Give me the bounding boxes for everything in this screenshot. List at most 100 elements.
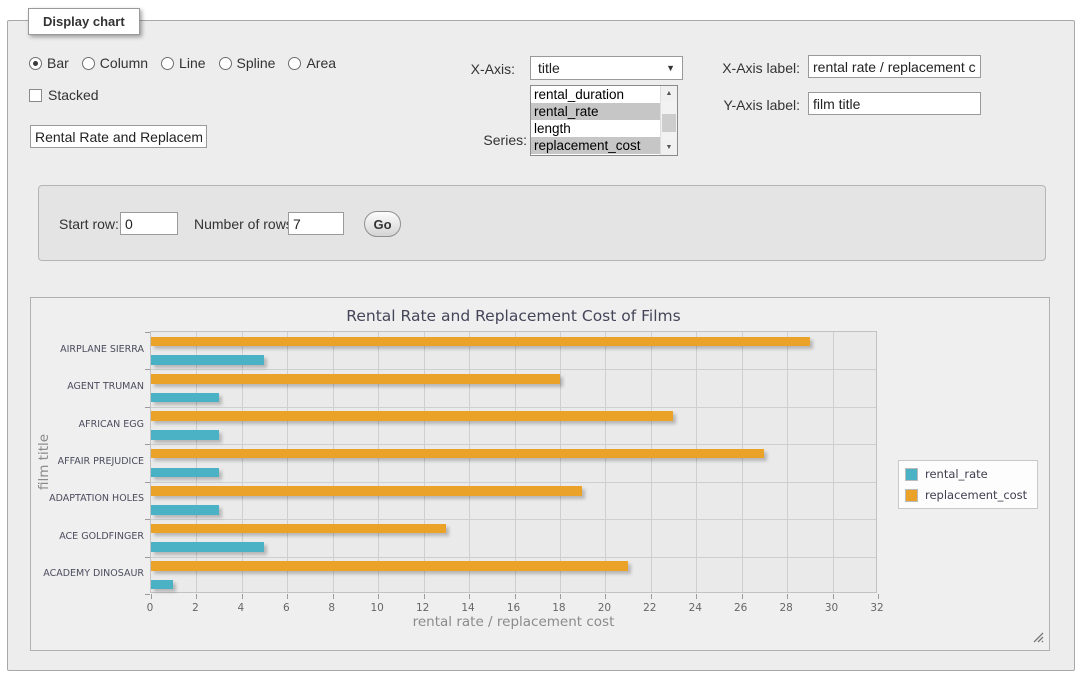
scrollbar[interactable]: ▲ ▼ — [660, 86, 677, 155]
go-button[interactable]: Go — [364, 211, 401, 237]
x-tick-label: 22 — [630, 602, 670, 614]
x-tick-label: 2 — [175, 602, 215, 614]
bar-rental_rate — [151, 430, 219, 440]
radio-icon[interactable] — [288, 57, 301, 70]
radio-icon[interactable] — [161, 57, 174, 70]
x-axis-tick — [515, 594, 516, 599]
stacked-label: Stacked — [48, 87, 99, 103]
y-axis-tick — [145, 519, 150, 520]
series-multiselect[interactable]: rental_durationrental_ratelengthreplacem… — [530, 85, 678, 156]
gridline-horizontal — [151, 407, 876, 408]
radio-icon[interactable] — [29, 57, 42, 70]
x-axis-tick — [833, 594, 834, 599]
gridline-vertical — [560, 332, 561, 592]
bar-replacement_cost — [151, 449, 764, 459]
x-tick-label: 12 — [403, 602, 443, 614]
chart-type-option-area[interactable]: Area — [288, 55, 336, 71]
gridline-vertical — [378, 332, 379, 592]
legend-label: rental_rate — [925, 467, 988, 481]
start-row-input[interactable] — [120, 212, 178, 235]
chart-title-input[interactable] — [30, 125, 207, 148]
gridline-horizontal — [151, 482, 876, 483]
y-axis-tick — [145, 557, 150, 558]
y-category-label: ACADEMY DINOSAUR — [31, 568, 144, 579]
series-option-replacement_cost[interactable]: replacement_cost — [531, 137, 660, 154]
resize-handle-icon[interactable] — [1032, 631, 1044, 643]
x-tick-label: 18 — [539, 602, 579, 614]
gridline-vertical — [605, 332, 606, 592]
series-options: rental_durationrental_ratelengthreplacem… — [531, 86, 660, 155]
gridline-vertical — [787, 332, 788, 592]
bar-replacement_cost — [151, 411, 673, 421]
chart-type-option-column[interactable]: Column — [82, 55, 148, 71]
series-option-rental_duration[interactable]: rental_duration — [531, 86, 660, 103]
x-tick-label: 8 — [312, 602, 352, 614]
x-axis-tick — [469, 594, 470, 599]
y-axis-label-label: Y-Axis label: — [700, 97, 800, 113]
fieldset-title: Display chart — [28, 8, 140, 35]
series-select-label: Series: — [440, 132, 527, 148]
x-tick-label: 4 — [221, 602, 261, 614]
chart-type-option-bar[interactable]: Bar — [29, 55, 69, 71]
x-axis-select[interactable]: title ▼ — [530, 56, 683, 80]
chart-type-label: Bar — [47, 55, 69, 71]
start-row-label: Start row: — [59, 216, 119, 232]
x-tick-label: 20 — [584, 602, 624, 614]
y-category-label: AFRICAN EGG — [31, 419, 144, 430]
x-axis-tick — [560, 594, 561, 599]
y-category-label: ADAPTATION HOLES — [31, 493, 144, 504]
x-tick-label: 6 — [266, 602, 306, 614]
series-option-length[interactable]: length — [531, 120, 660, 137]
y-axis-tick — [145, 594, 150, 595]
chart-type-option-spline[interactable]: Spline — [219, 55, 276, 71]
gridline-vertical — [333, 332, 334, 592]
gridline-vertical — [651, 332, 652, 592]
num-rows-input[interactable] — [288, 212, 344, 235]
bar-rental_rate — [151, 355, 264, 365]
x-tick-label: 32 — [857, 602, 897, 614]
chart-title: Rental Rate and Replacement Cost of Film… — [150, 307, 877, 325]
stacked-checkbox[interactable] — [29, 89, 42, 102]
y-axis-tick — [145, 407, 150, 408]
chart-type-radio-group: Bar Column Line Spline Area — [29, 55, 336, 71]
y-category-label: AIRPLANE SIERRA — [31, 344, 144, 355]
x-axis-tick — [151, 594, 152, 599]
y-category-label: ACE GOLDFINGER — [31, 531, 144, 542]
y-axis-label-input[interactable] — [808, 92, 981, 115]
x-axis-tick — [787, 594, 788, 599]
x-tick-label: 14 — [448, 602, 488, 614]
page: Display chart Bar Column Line Spline Area St… — [0, 0, 1081, 681]
radio-icon[interactable] — [82, 57, 95, 70]
gridline-vertical — [515, 332, 516, 592]
x-axis-tick — [378, 594, 379, 599]
y-category-label: AFFAIR PREJUDICE — [31, 456, 144, 467]
bar-replacement_cost — [151, 561, 628, 571]
series-option-rental_rate[interactable]: rental_rate — [531, 103, 660, 120]
chart-type-label: Spline — [237, 55, 276, 71]
bar-rental_rate — [151, 580, 173, 590]
radio-icon[interactable] — [219, 57, 232, 70]
scrollbar-down-icon[interactable]: ▼ — [661, 140, 677, 155]
bar-replacement_cost — [151, 486, 582, 496]
x-tick-label: 28 — [766, 602, 806, 614]
x-axis-tick — [742, 594, 743, 599]
legend-swatch-icon — [905, 489, 918, 502]
x-axis-tick — [424, 594, 425, 599]
gridline-vertical — [833, 332, 834, 592]
gridline-vertical — [287, 332, 288, 592]
y-axis-tick — [145, 369, 150, 370]
x-tick-label: 10 — [357, 602, 397, 614]
legend-item-rental_rate: rental_rate — [905, 467, 1027, 481]
x-axis-title: rental rate / replacement cost — [150, 614, 877, 630]
legend-label: replacement_cost — [925, 488, 1027, 502]
chart-type-option-line[interactable]: Line — [161, 55, 205, 71]
bar-replacement_cost — [151, 337, 810, 347]
x-tick-label: 24 — [675, 602, 715, 614]
scrollbar-up-icon[interactable]: ▲ — [661, 86, 677, 101]
x-tick-label: 26 — [721, 602, 761, 614]
x-axis-label-input[interactable] — [808, 55, 981, 78]
x-axis-tick — [651, 594, 652, 599]
scrollbar-track[interactable] — [661, 101, 677, 140]
scrollbar-thumb[interactable] — [662, 114, 676, 132]
gridline-vertical — [424, 332, 425, 592]
